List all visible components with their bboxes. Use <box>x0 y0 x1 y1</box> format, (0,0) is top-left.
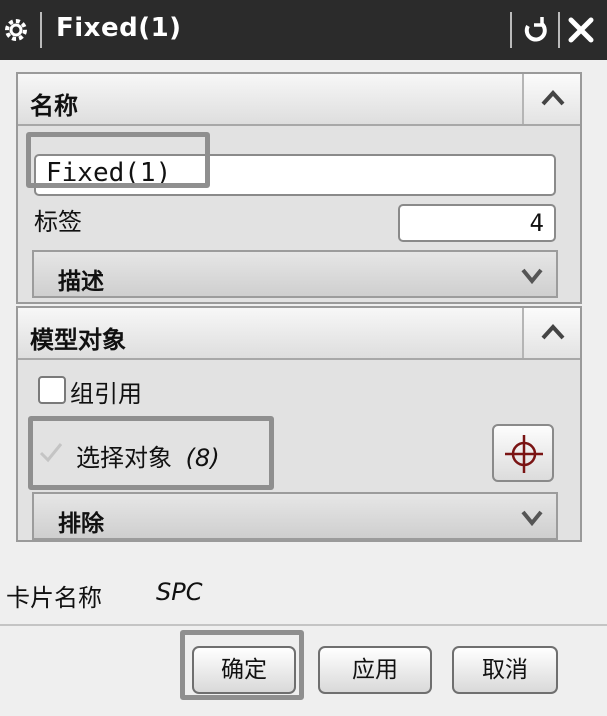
tag-label: 标签 <box>34 208 82 236</box>
gear-icon[interactable] <box>2 16 30 44</box>
card-name-value: SPC <box>156 578 203 606</box>
tag-input[interactable]: 4 <box>398 204 556 242</box>
title-separator <box>510 12 512 48</box>
cancel-button[interactable]: 取消 <box>452 646 558 694</box>
apply-button[interactable]: 应用 <box>318 646 432 694</box>
dialog-body: 名称 Fixed(1) 标签 4 描述 模型对象 组引用 选择对象 (8) 排除… <box>0 60 607 716</box>
model-object-group: 模型对象 组引用 选择对象 (8) 排除 <box>16 306 582 542</box>
name-group-title: 名称 <box>30 92 78 120</box>
group-reference-checkbox[interactable] <box>38 376 66 404</box>
chevron-down-icon <box>521 268 543 285</box>
exclude-expander[interactable]: 排除 <box>32 492 558 540</box>
chevron-up-icon <box>541 90 565 106</box>
title-bar: Fixed(1) <box>0 0 607 60</box>
name-group-collapse-button[interactable] <box>522 74 580 124</box>
select-object-button[interactable] <box>492 424 554 482</box>
chevron-up-icon <box>541 324 565 340</box>
name-group: 名称 Fixed(1) 标签 4 描述 <box>16 72 582 304</box>
model-object-group-header[interactable]: 模型对象 <box>18 308 580 360</box>
reset-icon[interactable] <box>519 14 551 46</box>
description-label: 描述 <box>58 269 104 295</box>
ok-button[interactable]: 确定 <box>192 646 296 694</box>
window-title: Fixed(1) <box>56 13 182 43</box>
model-object-group-collapse-button[interactable] <box>522 308 580 358</box>
tag-input-value: 4 <box>529 209 544 237</box>
name-group-header[interactable]: 名称 <box>18 74 580 126</box>
group-reference-label: 组引用 <box>70 380 142 408</box>
exclude-label: 排除 <box>58 511 104 537</box>
select-object-label: 选择对象 <box>76 444 172 472</box>
name-input-value: Fixed(1) <box>46 158 172 188</box>
title-separator <box>558 12 560 48</box>
name-input[interactable]: Fixed(1) <box>34 154 556 196</box>
select-object-count: (8) <box>185 444 220 472</box>
close-icon[interactable] <box>565 14 597 46</box>
select-object-row[interactable]: 选择对象 (8) <box>76 438 220 473</box>
model-object-group-title: 模型对象 <box>30 326 126 354</box>
footer-divider <box>0 624 607 626</box>
chevron-down-icon <box>521 510 543 527</box>
description-expander[interactable]: 描述 <box>32 250 558 298</box>
card-name-label: 卡片名称 <box>6 584 102 612</box>
checkmark-icon <box>39 443 63 463</box>
title-separator <box>40 12 42 48</box>
crosshair-icon <box>505 435 543 473</box>
